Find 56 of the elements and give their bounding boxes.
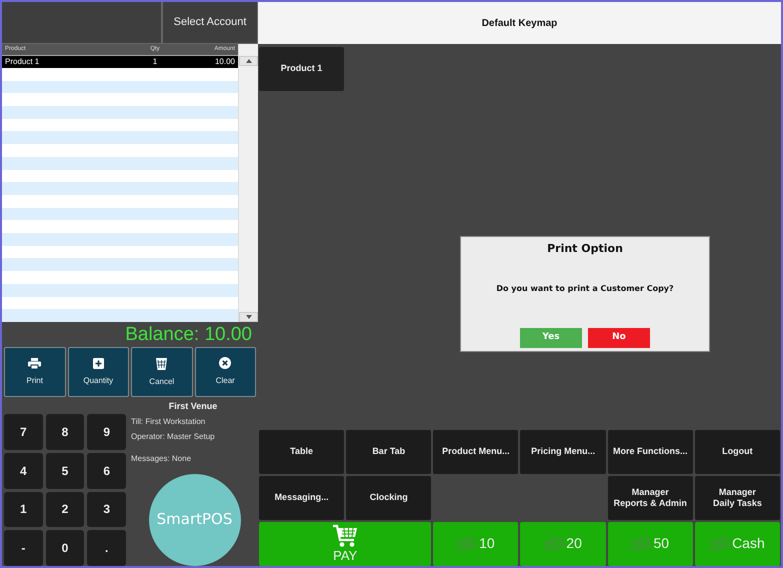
up-arrow-icon [246, 59, 252, 63]
function-key[interactable]: Table [259, 430, 344, 474]
scroll-down-button[interactable] [239, 312, 258, 322]
cart-icon [332, 524, 358, 548]
operator-text: Operator: Master Setup [131, 430, 216, 443]
print-button[interactable]: Print [4, 347, 66, 397]
keymap-title: Default Keymap [258, 2, 781, 44]
trash-icon [156, 356, 168, 370]
dialog-title: Print Option [547, 241, 623, 257]
banknote-icon [457, 538, 478, 550]
keypad-key[interactable]: 1 [4, 492, 43, 528]
keypad-key[interactable]: 0 [46, 530, 84, 566]
function-key[interactable]: Bar Tab [346, 430, 432, 474]
table-cell-text: 10.00 [214, 56, 235, 68]
keypad-key[interactable]: 6 [87, 452, 126, 488]
keypad-key[interactable]: . [87, 530, 126, 566]
clear-button[interactable]: Clear [194, 347, 256, 397]
keypad-key[interactable]: - [4, 530, 43, 566]
keypad-key[interactable]: 9 [87, 414, 126, 450]
keypad-key[interactable]: 7 [4, 414, 43, 450]
function-key[interactable]: Messaging... [259, 476, 344, 520]
venue-name: First Venue [168, 400, 218, 413]
table-cell-text: 1 [152, 56, 158, 68]
dialog-message: Do you want to print a Customer Copy? [496, 282, 674, 294]
down-arrow-icon [246, 315, 252, 319]
function-key[interactable]: More Functions... [608, 430, 693, 474]
balance-text: Balance: 10.00 [124, 323, 253, 347]
quantity-button[interactable]: Quantity [68, 347, 129, 397]
keypad-key[interactable]: 5 [46, 452, 84, 488]
till-text: Till: First Workstation [131, 416, 206, 428]
banknote-icon [631, 538, 652, 550]
no-button[interactable]: No [588, 328, 650, 348]
function-key[interactable]: Manager Reports & Admin [608, 476, 693, 520]
function-key[interactable]: Product Menu... [433, 430, 518, 474]
keypad-key[interactable]: 4 [4, 452, 43, 488]
select-account-button[interactable]: Select Account [162, 2, 258, 44]
cancel-button[interactable]: Cancel [131, 347, 192, 397]
keypad-key[interactable]: 2 [46, 492, 84, 528]
plus-icon [92, 358, 104, 368]
printer-icon [28, 358, 42, 368]
messages-text: Messages: None [131, 452, 192, 465]
function-key[interactable]: Logout [694, 430, 780, 474]
keypad-key[interactable]: 8 [46, 414, 84, 450]
banknote-icon [710, 538, 730, 550]
table-cell-text: Product 1 [5, 56, 40, 68]
banknote-icon [544, 538, 564, 550]
product-button[interactable]: Product 1 [259, 47, 344, 91]
table-row[interactable]: Product 1 1 10.00 [2, 56, 238, 68]
logo: SmartPOS [148, 474, 240, 566]
function-key[interactable]: Clocking [346, 476, 432, 520]
close-icon [219, 357, 232, 369]
function-key[interactable]: Manager Daily Tasks [694, 476, 780, 520]
keypad-key[interactable]: 3 [87, 492, 126, 528]
scroll-up-button[interactable] [239, 56, 258, 66]
scrollbar[interactable] [238, 44, 258, 322]
function-key[interactable]: Pricing Menu... [520, 430, 606, 474]
